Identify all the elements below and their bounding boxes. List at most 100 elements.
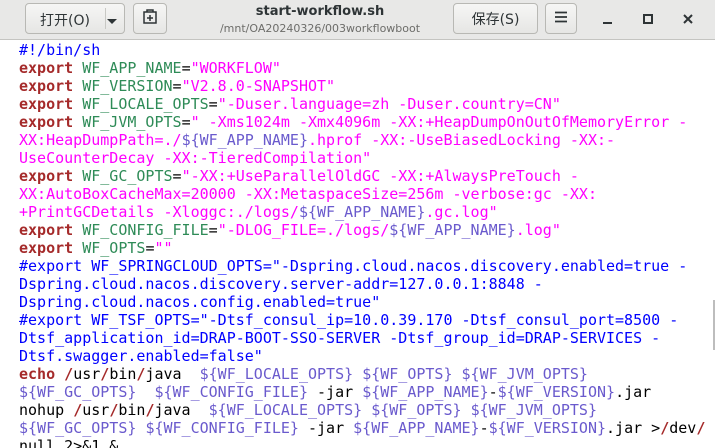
code-token: = <box>181 59 191 77</box>
code-line[interactable]: Dtsf.swagger.enabled=false" <box>19 347 705 365</box>
code-line[interactable]: export WF_LOCALE_OPTS="-Duser.language=z… <box>19 95 705 113</box>
code-token: Dspring.cloud.nacos.config.enabled=true" <box>19 293 381 311</box>
code-token: .log" <box>515 221 561 239</box>
code-line[interactable]: echo /usr/bin/java ${WF_LOCALE_OPTS} ${W… <box>19 365 705 383</box>
hamburger-menu-button[interactable] <box>545 3 577 34</box>
code-token: / <box>696 419 706 437</box>
code-line[interactable]: export WF_CONFIG_FILE="-DLOG_FILE=./logs… <box>19 221 705 239</box>
code-line[interactable]: nohup /usr/bin/java ${WF_LOCALE_OPTS} ${… <box>19 401 705 419</box>
code-token: .hprof -XX:-UseBiasedLocking -XX:- <box>308 131 616 149</box>
code-token: Dspring.cloud.nacos.discovery.server-add… <box>19 275 543 293</box>
code-token: export <box>19 77 74 95</box>
new-document-icon <box>142 8 158 29</box>
hamburger-menu-icon <box>554 11 568 27</box>
code-line[interactable]: XX:AutoBoxCacheMax=20000 -XX:MetaspaceSi… <box>19 185 705 203</box>
text-editor[interactable]: #!/bin/sh export WF_APP_NAME="WORKFLOW" ex… <box>0 40 715 448</box>
minimize-button[interactable] <box>595 7 621 31</box>
code-token: "-Duser.language=zh -Duser.country=CN" <box>217 95 561 113</box>
code-token: ${WF_VERSION} <box>488 419 607 437</box>
code-token: / <box>73 401 83 419</box>
code-token: null 2>&1 & <box>19 437 119 448</box>
code-token: / <box>64 365 74 383</box>
code-token: UseCounterDecay -XX:-TieredCompilation" <box>19 149 372 167</box>
code-token: .jar <box>615 383 652 401</box>
code-line[interactable]: ${WF_GC_OPTS} ${WF_CONFIG_FILE} -jar ${W… <box>19 419 705 437</box>
code-line[interactable]: ${WF_GC_OPTS} ${WF_CONFIG_FILE} -jar ${W… <box>19 383 705 401</box>
code-token: Dtsf.swagger.enabled=false" <box>19 347 263 365</box>
code-token: echo <box>19 365 56 383</box>
code-line[interactable]: export WF_APP_NAME="WORKFLOW" <box>19 59 705 77</box>
code-line[interactable]: export WF_GC_OPTS="-XX:+UseParallelOldGC… <box>19 167 705 185</box>
maximize-icon <box>642 10 654 29</box>
code-line[interactable]: Dspring.cloud.nacos.discovery.server-add… <box>19 275 705 293</box>
code-token: XX:AutoBoxCacheMax=20000 -XX:MetaspaceSi… <box>19 185 597 203</box>
code-line[interactable]: UseCounterDecay -XX:-TieredCompilation" <box>19 149 705 167</box>
code-token: = <box>172 77 182 95</box>
code-token: = <box>172 167 182 185</box>
code-line[interactable]: #!/bin/sh <box>19 41 705 59</box>
window-title: start-workflow.sh <box>255 4 385 19</box>
code-token: export <box>19 221 74 239</box>
code-line[interactable]: +PrintGCDetails -Xloggc:./logs/${WF_APP_… <box>19 203 705 221</box>
code-token: = <box>208 221 218 239</box>
code-token: "V2.8.0-SNAPSHOT" <box>181 77 336 95</box>
code-token: ${WF_GC_OPTS} <box>19 419 137 437</box>
code-token: "WORKFLOW" <box>190 59 281 77</box>
code-token: java <box>154 401 209 419</box>
code-token: / <box>660 419 670 437</box>
close-button[interactable] <box>675 7 701 31</box>
code-token: .jar > <box>606 419 661 437</box>
code-line[interactable]: Dspring.cloud.nacos.config.enabled=true" <box>19 293 705 311</box>
new-document-button[interactable] <box>133 3 167 34</box>
code-token: export <box>19 59 74 77</box>
code-text[interactable]: #!/bin/sh export WF_APP_NAME="WORKFLOW" ex… <box>19 41 705 448</box>
code-line[interactable]: #export WF_TSF_OPTS="-Dtsf_consul_ip=10.… <box>19 311 705 329</box>
open-button[interactable]: 打开(O) <box>25 3 125 34</box>
code-token: - <box>488 383 498 401</box>
code-token: ${WF_LOCALE_OPTS} <box>208 401 363 419</box>
code-token: dev <box>669 419 697 437</box>
header-bar: 打开(O) start-workflow.sh /mnt/OA20240326/… <box>0 0 715 40</box>
code-token: = <box>181 113 191 131</box>
code-line[interactable]: export WF_JVM_OPTS=" -Xms1024m -Xmx4096m… <box>19 113 705 131</box>
code-token: bin <box>118 401 146 419</box>
code-token: "-DLOG_FILE=./logs/ <box>217 221 390 239</box>
code-token: " -Xms1024m -Xmx4096m -XX:+HeapDumpOnOut… <box>190 113 688 131</box>
save-button[interactable]: 保存(S) <box>453 3 538 34</box>
chevron-down-icon[interactable] <box>106 14 118 30</box>
code-token: - <box>479 419 489 437</box>
code-token: ${WF_OPTS} <box>371 401 462 419</box>
code-token: .gc.log" <box>425 203 498 221</box>
code-token: java <box>145 365 200 383</box>
code-line[interactable]: export WF_OPTS="" <box>19 239 705 257</box>
code-token: WF_GC_OPTS <box>82 167 173 185</box>
code-token: -jar <box>298 419 354 437</box>
code-line[interactable]: Dtsf_application_id=DRAP-BOOT-SSO-SERVER… <box>19 329 705 347</box>
code-token: ${WF_APP_NAME} <box>353 419 480 437</box>
code-token: = <box>208 95 218 113</box>
code-token: ${WF_APP_NAME} <box>298 203 426 221</box>
code-line[interactable]: XX:HeapDumpPath=./${WF_APP_NAME}.hprof -… <box>19 131 705 149</box>
code-line[interactable]: export WF_VERSION="V2.8.0-SNAPSHOT" <box>19 77 705 95</box>
code-token: WF_LOCALE_OPTS <box>82 95 209 113</box>
code-token: ${WF_APP_NAME} <box>389 221 516 239</box>
code-token: XX:HeapDumpPath=./ <box>19 131 182 149</box>
code-token: #export WF_SPRINGCLOUD_OPTS="-Dspring.cl… <box>19 257 688 275</box>
open-button-label: 打开(O) <box>40 13 90 29</box>
code-line[interactable]: null 2>&1 & <box>19 437 705 448</box>
code-token: export <box>19 167 74 185</box>
close-icon <box>682 10 694 29</box>
maximize-button[interactable] <box>635 7 661 31</box>
code-line[interactable]: #export WF_SPRINGCLOUD_OPTS="-Dspring.cl… <box>19 257 705 275</box>
code-token: ${WF_APP_NAME} <box>362 383 489 401</box>
code-token: usr <box>73 365 101 383</box>
minimize-icon <box>602 10 614 29</box>
